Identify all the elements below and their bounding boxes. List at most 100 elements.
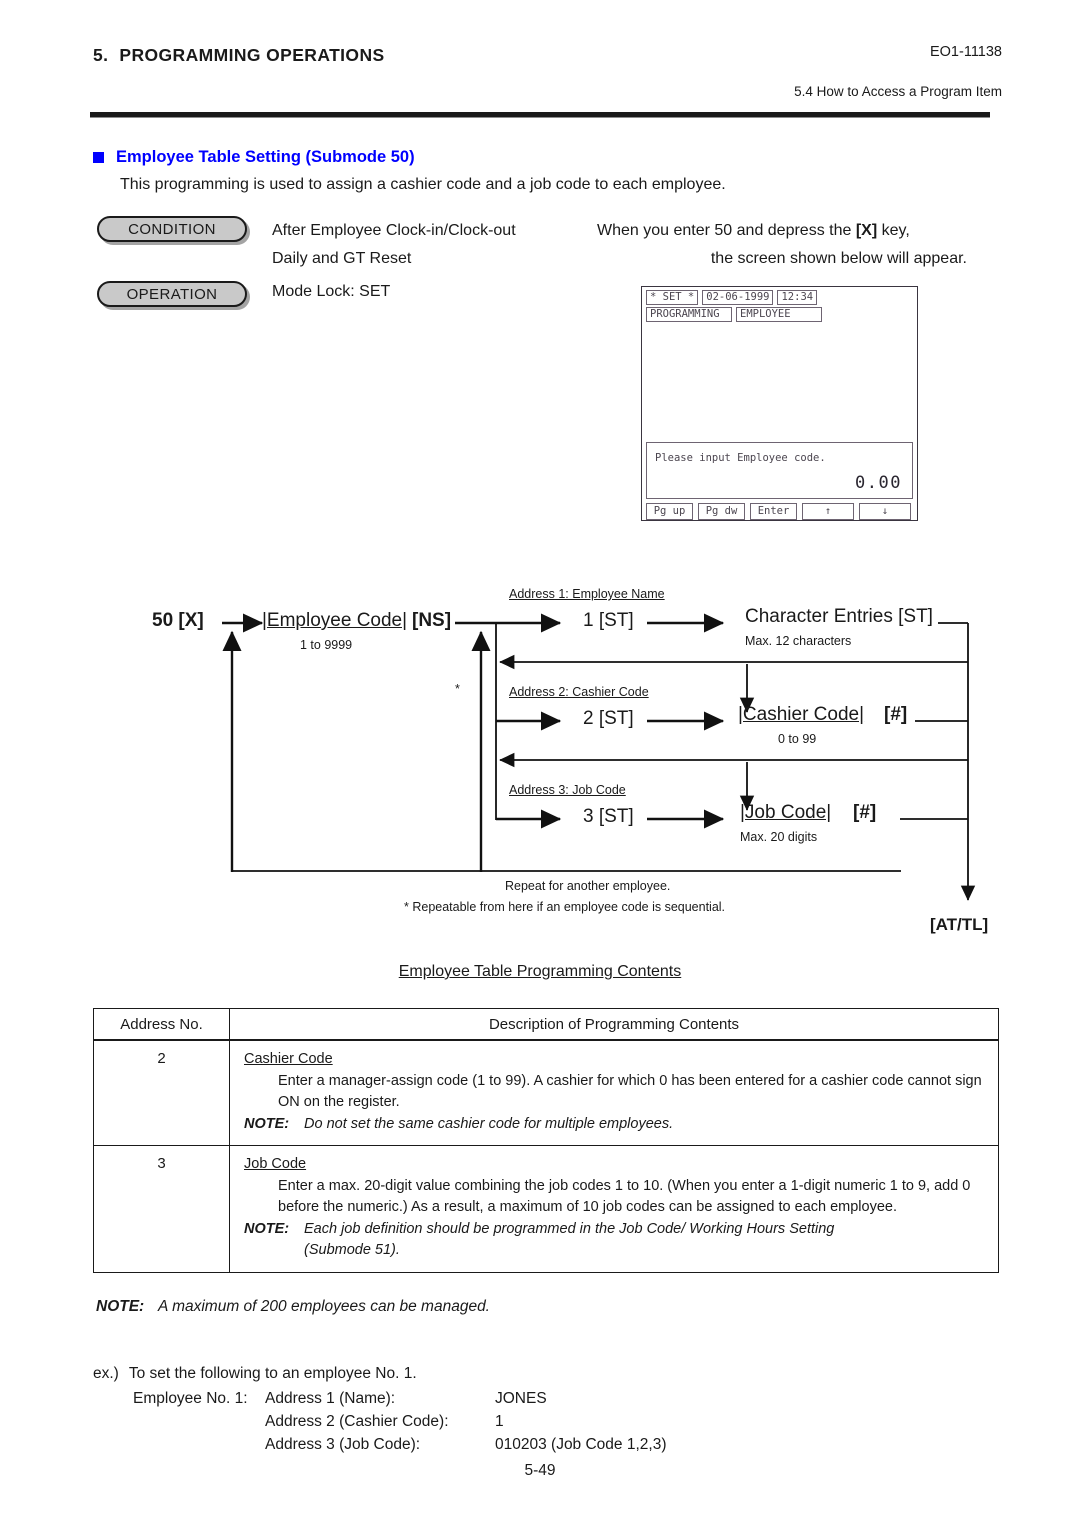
- example-row-2-value: 010203 (Job Code 1,2,3): [495, 1436, 667, 1453]
- example-subject: Employee No. 1:: [133, 1390, 248, 1407]
- lcd-key-arrow-up[interactable]: ↑: [802, 503, 854, 520]
- flow-step-1-number: 1: [583, 610, 594, 631]
- lcd-key-enter[interactable]: Enter: [750, 503, 797, 520]
- flow-start-number: 50: [152, 610, 174, 631]
- flow-step-2-key: [ST]: [598, 708, 634, 729]
- example-row: Employee No. 1: Address 1 (Name): JONES: [93, 1387, 755, 1410]
- condition-badge: CONDITION: [97, 216, 247, 242]
- flow-entry-3-key: [#]: [853, 802, 877, 823]
- lcd-employee-field: EMPLOYEE: [736, 307, 822, 322]
- row-0-note: NOTE: Do not set the same cashier code f…: [244, 1114, 986, 1136]
- flow-address-2-label: Address 2: Cashier Code: [509, 685, 649, 699]
- flow-employee-code-key: [NS]: [412, 610, 452, 631]
- table-caption: Employee Table Programming Contents: [398, 963, 682, 980]
- flow-step-1-key: [ST]: [598, 610, 634, 631]
- example-block: ex.) To set the following to an employee…: [93, 1365, 755, 1456]
- row-1-body: Job Code Enter a max. 20-digit value com…: [230, 1146, 998, 1272]
- lcd-key-page-up[interactable]: Pg up: [646, 503, 693, 520]
- row-0-heading: Cashier Code: [244, 1051, 333, 1067]
- lcd-key-arrow-down[interactable]: ↓: [859, 503, 911, 520]
- bottom-note: NOTE: A maximum of 200 employees can be …: [96, 1298, 490, 1316]
- flow-entry-2-text: |Cashier Code|: [738, 704, 865, 725]
- chapter-title: PROGRAMMING OPERATIONS: [119, 45, 385, 65]
- flow-repeat-note-2: * Repeatable from here if an employee co…: [404, 900, 726, 914]
- flow-step-1: 1 [ST]: [583, 610, 634, 632]
- condition-line-2: Daily and GT Reset: [272, 250, 412, 267]
- lcd-key-page-down[interactable]: Pg dw: [698, 503, 745, 520]
- section-reference: 5.4 How to Access a Program Item: [794, 84, 1002, 99]
- operation-flow-diagram: 50 [X] |Employee Code| [NS] 1 to 9999 * …: [0, 560, 1080, 980]
- row-1-address: 3: [157, 1155, 166, 1172]
- example-row: Address 2 (Cashier Code): 1: [93, 1410, 755, 1433]
- lcd-mode-field: * SET *: [646, 290, 699, 305]
- flow-entry-1: Character Entries [ST]: [745, 606, 933, 628]
- flow-entry-1-key: [ST]: [898, 606, 933, 627]
- page-number: 5-49: [524, 1462, 556, 1479]
- table-header-description: Description of Programming Contents: [229, 1008, 999, 1041]
- flow-asterisk-marker: *: [455, 682, 460, 696]
- example-row-2-address: Address 3 (Job Code):: [265, 1436, 421, 1453]
- row-0-note-label: NOTE:: [244, 1115, 290, 1132]
- section-description: This programming is used to assign a cas…: [120, 176, 726, 193]
- flow-step-2-number: 2: [583, 708, 594, 729]
- flow-finish-key: [AT/TL]: [930, 915, 989, 934]
- row-0-note-text: Do not set the same cashier code for mul…: [304, 1115, 674, 1132]
- screen-note-line-2: the screen shown below will appear.: [710, 250, 967, 267]
- bottom-note-text: A maximum of 200 employees can be manage…: [158, 1298, 490, 1315]
- page-title-text: Employee Table Setting (Submode 50): [116, 148, 415, 166]
- row-1-note: NOTE: Each job definition should be prog…: [244, 1219, 986, 1241]
- chapter-number: 5.: [93, 45, 109, 65]
- flow-step-2: 2 [ST]: [583, 708, 634, 730]
- x-key-label: [X]: [855, 222, 878, 239]
- flow-entry-2-key: [#]: [884, 704, 908, 725]
- condition-line-1: After Employee Clock-in/Clock-out: [272, 222, 516, 239]
- operation-badge: OPERATION: [97, 281, 247, 307]
- page-title: Employee Table Setting (Submode 50): [93, 148, 415, 167]
- condition-screen-note: When you enter 50 and depress the [X] ke…: [597, 217, 967, 273]
- example-row-0-value: JONES: [495, 1390, 547, 1407]
- bottom-note-label: NOTE:: [96, 1298, 145, 1315]
- lcd-status-row: * SET * 02-06-1999 12:34: [646, 290, 913, 305]
- lcd-screen: * SET * 02-06-1999 12:34 PROGRAMMING EMP…: [641, 286, 918, 521]
- square-bullet-icon: [93, 152, 104, 163]
- flow-entry-3-range: Max. 20 digits: [740, 830, 818, 844]
- document-page: 5. PROGRAMMING OPERATIONS EO1-11138 5.4 H…: [0, 0, 1080, 1525]
- operation-text: Mode Lock: SET: [272, 283, 391, 300]
- lcd-mode-row: PROGRAMMING EMPLOYEE: [646, 307, 913, 322]
- row-1-note-continued: (Submode 51).: [304, 1242, 400, 1258]
- condition-text: After Employee Clock-in/Clock-out Daily …: [272, 217, 516, 273]
- example-spacer: [93, 1410, 265, 1433]
- lcd-date-field: 02-06-1999: [702, 290, 774, 305]
- lcd-programming-field: PROGRAMMING: [646, 307, 732, 322]
- flow-start-label: 50 [X]: [152, 610, 204, 632]
- flow-entry-2-range: 0 to 99: [778, 732, 817, 746]
- flow-step-3-number: 3: [583, 806, 594, 827]
- row-1-note-text: Each job definition should be programmed…: [304, 1220, 835, 1237]
- example-rows: Employee No. 1: Address 1 (Name): JONES …: [93, 1387, 755, 1456]
- screen-note-b: key,: [877, 222, 910, 239]
- table-row: 3 Job Code Enter a max. 20-digit value c…: [93, 1145, 999, 1273]
- row-0-body: Cashier Code Enter a manager-assign code…: [230, 1041, 998, 1145]
- flow-entry-1-range: Max. 12 characters: [745, 634, 852, 648]
- flow-step-3-key: [ST]: [598, 806, 634, 827]
- row-1-text: Enter a max. 20-digit value combining th…: [278, 1177, 971, 1216]
- row-0-text: Enter a manager-assign code (1 to 99). A…: [278, 1072, 982, 1111]
- flow-employee-code-range: 1 to 9999: [300, 638, 353, 652]
- example-spacer: [93, 1433, 265, 1456]
- lcd-message-text: Please input Employee code.: [655, 452, 826, 464]
- flow-address-1-label: Address 1: Employee Name: [509, 587, 665, 601]
- header-divider: [90, 112, 990, 118]
- example-row-1-address: Address 2 (Cashier Code):: [265, 1413, 449, 1430]
- row-0-address: 2: [157, 1050, 166, 1067]
- flow-entry-3-text: |Job Code|: [740, 802, 832, 823]
- table-header-description-text: Description of Programming Contents: [488, 1016, 740, 1033]
- example-intro: To set the following to an employee No. …: [128, 1365, 417, 1382]
- table-cell-description: Cashier Code Enter a manager-assign code…: [229, 1039, 999, 1146]
- flow-address-3-label: Address 3: Job Code: [509, 783, 626, 797]
- example-row-0-address: Address 1 (Name):: [265, 1390, 396, 1407]
- table-cell-address: 3: [93, 1145, 230, 1273]
- example-row-1-value: 1: [495, 1413, 504, 1430]
- lcd-time-field: 12:34: [777, 290, 818, 305]
- row-1-heading: Job Code: [244, 1156, 307, 1172]
- flow-step-3: 3 [ST]: [583, 806, 634, 828]
